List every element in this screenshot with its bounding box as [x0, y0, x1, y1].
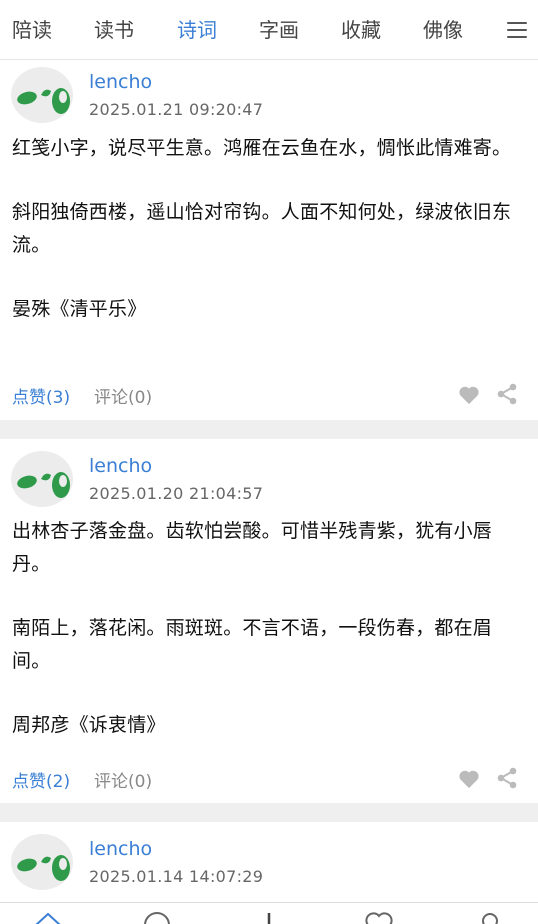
- tab-shoucang[interactable]: 收藏: [341, 17, 381, 43]
- home-icon[interactable]: [34, 911, 62, 924]
- poem-line: 南陌上，落花闲。雨斑斑。不言不语，一段伤春，都在眉间。: [12, 617, 493, 672]
- post-time: 2025.01.14 14:07:29: [89, 867, 264, 886]
- top-nav: 陪读 读书 诗词 字画 收藏 佛像: [0, 0, 538, 60]
- tab-shici[interactable]: 诗词: [177, 17, 217, 43]
- share-icon[interactable]: [496, 767, 518, 789]
- heart-icon[interactable]: [458, 385, 480, 405]
- author-name[interactable]: lencho: [89, 838, 152, 860]
- tab-peidu[interactable]: 陪读: [12, 17, 52, 43]
- add-icon[interactable]: [255, 911, 283, 924]
- post-card: lencho 2025.01.20 21:04:57 出林杏子落金盘。齿软怕尝酸…: [0, 439, 538, 803]
- avatar[interactable]: [11, 451, 73, 507]
- post-separator: [0, 420, 538, 439]
- post-time: 2025.01.21 09:20:47: [89, 100, 264, 119]
- poem-line: 斜阳独倚西楼，遥山恰对帘钩。人面不知何处，绿波依旧东流。: [12, 201, 512, 256]
- author-name[interactable]: lencho: [89, 455, 152, 477]
- share-icon[interactable]: [496, 383, 518, 405]
- post-card: lencho 2025.01.14 14:07:29: [0, 822, 538, 902]
- tab-dushu[interactable]: 读书: [94, 17, 134, 43]
- comment-count-link[interactable]: 评论(0): [94, 767, 152, 792]
- tab-zihua[interactable]: 字画: [259, 17, 299, 43]
- bottom-tab-bar: [0, 902, 538, 924]
- comment-count-link[interactable]: 评论(0): [94, 383, 152, 408]
- like-count-link[interactable]: 点赞(3): [12, 383, 70, 408]
- like-count-link[interactable]: 点赞(2): [12, 767, 70, 792]
- author-name[interactable]: lencho: [89, 71, 152, 93]
- post-card: lencho 2025.01.21 09:20:47 红笺小字，说尽平生意。鸿雁…: [0, 60, 538, 420]
- post-time: 2025.01.20 21:04:57: [89, 484, 264, 503]
- tab-foxiang[interactable]: 佛像: [423, 17, 463, 43]
- poem-line: 红笺小字，说尽平生意。鸿雁在云鱼在水，惆怅此情难寄。: [12, 137, 512, 159]
- poem-source: 晏殊《清平乐》: [12, 298, 147, 320]
- heart-icon[interactable]: [458, 769, 480, 789]
- avatar[interactable]: [11, 67, 73, 123]
- poem-line: 出林杏子落金盘。齿软怕尝酸。可惜半残青紫，犹有小唇丹。: [12, 520, 493, 575]
- post-separator: [0, 803, 538, 822]
- favorite-icon[interactable]: [365, 911, 393, 924]
- post-body: 红笺小字，说尽平生意。鸿雁在云鱼在水，惆怅此情难寄。 斜阳独倚西楼，遥山恰对帘钩…: [12, 132, 528, 326]
- profile-icon[interactable]: [476, 911, 504, 924]
- message-icon[interactable]: [143, 911, 171, 924]
- poem-source: 周邦彦《诉衷情》: [12, 714, 166, 736]
- post-body: 出林杏子落金盘。齿软怕尝酸。可惜半残青紫，犹有小唇丹。 南陌上，落花闲。雨斑斑。…: [12, 515, 528, 742]
- avatar[interactable]: [11, 834, 73, 890]
- menu-icon[interactable]: [507, 22, 527, 40]
